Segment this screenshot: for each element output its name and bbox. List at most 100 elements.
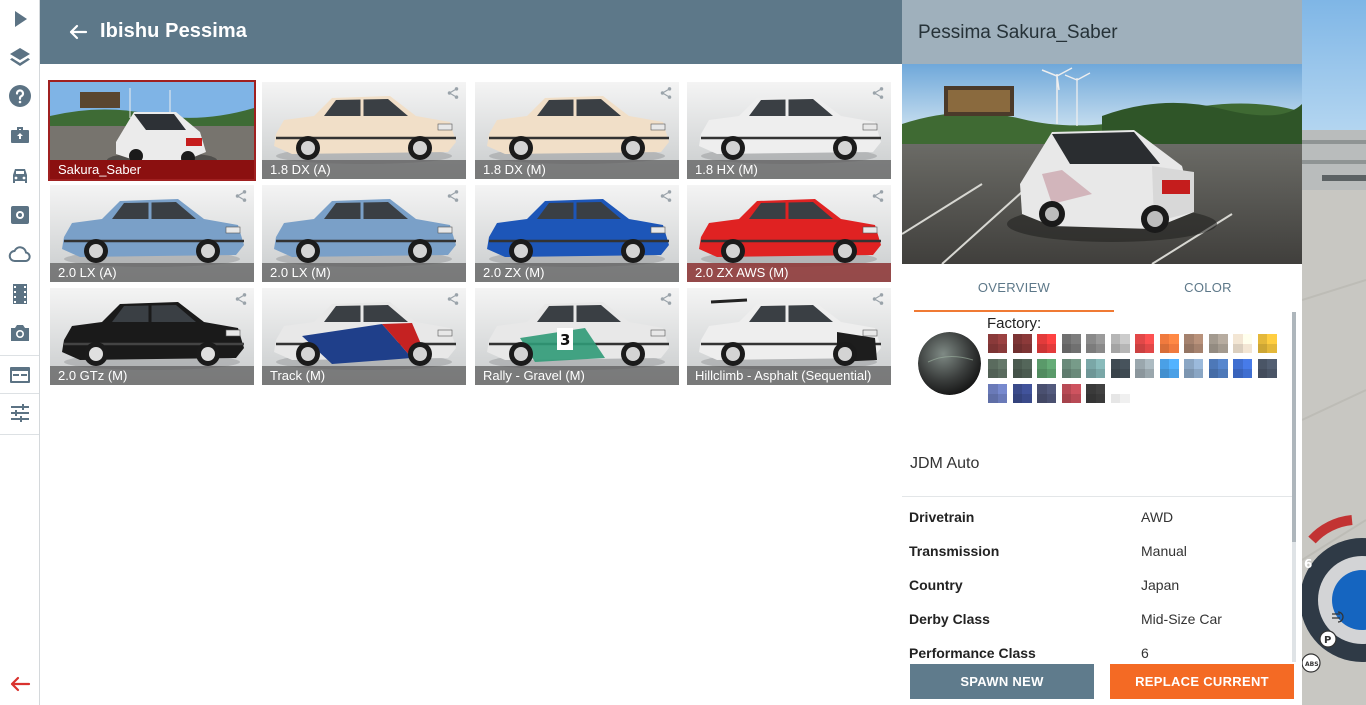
paint-swatch[interactable] — [1257, 359, 1277, 378]
factory-label: Factory: — [987, 315, 1042, 332]
page-title: Ibishu Pessima — [100, 20, 248, 42]
share-icon[interactable] — [659, 189, 673, 203]
arrow-left-icon[interactable] — [0, 665, 40, 703]
tab-overview[interactable]: OVERVIEW — [914, 264, 1114, 312]
overview-content[interactable]: Factory: JDM Auto Drivetrain AWD Transmiss… — [902, 312, 1302, 662]
paint-swatch[interactable] — [1257, 334, 1277, 353]
spec-key: Performance Class — [909, 645, 1036, 661]
spec-row: Transmission Manual — [909, 543, 1289, 577]
share-icon[interactable] — [871, 189, 885, 203]
config-tile[interactable]: 2.0 LX (M) — [262, 185, 466, 282]
config-tile[interactable]: 2.0 ZX AWS (M) — [687, 185, 891, 282]
paint-swatch[interactable] — [1208, 359, 1228, 378]
share-icon[interactable] — [871, 292, 885, 306]
scrollbar[interactable] — [1292, 312, 1296, 662]
paint-swatch[interactable] — [988, 359, 1007, 378]
replace-current-button[interactable]: REPLACE CURRENT — [1110, 664, 1294, 699]
detail-panel: Pessima Sakura_Saber OVERVIEW COLOR Fact… — [902, 0, 1302, 705]
share-icon[interactable] — [234, 189, 248, 203]
paint-swatch[interactable] — [1233, 334, 1252, 353]
share-icon[interactable] — [659, 292, 673, 306]
back-arrow-icon[interactable] — [66, 20, 90, 44]
config-tile[interactable]: 2.0 GTz (M) — [50, 288, 254, 385]
share-icon[interactable] — [446, 292, 460, 306]
camera-icon[interactable] — [0, 314, 40, 352]
paint-swatch[interactable] — [1061, 384, 1081, 403]
config-tile-label: 2.0 LX (A) — [50, 263, 254, 282]
gear-indicator: 6 — [1304, 557, 1312, 571]
paint-swatch[interactable] — [1159, 334, 1179, 353]
paint-swatch[interactable] — [1110, 359, 1130, 378]
paint-swatch[interactable] — [1012, 384, 1032, 403]
config-tile[interactable]: Sakura_Saber — [48, 80, 256, 181]
sliders-icon[interactable] — [0, 394, 40, 432]
config-tile-label: 1.8 HX (M) — [687, 160, 891, 179]
paint-swatch[interactable] — [1184, 359, 1203, 378]
briefcase-icon[interactable] — [0, 116, 40, 154]
film-icon[interactable] — [0, 275, 40, 313]
paint-swatch[interactable] — [1086, 384, 1105, 403]
paint-swatch[interactable] — [1159, 359, 1179, 378]
paint-swatch[interactable] — [1061, 359, 1081, 378]
vehicle-config-list: Ibishu Pessima Sakura_Saber 1.8 DX (A) 1.8… — [40, 0, 902, 705]
help-icon[interactable] — [0, 77, 40, 115]
tab-color[interactable]: COLOR — [1108, 264, 1308, 312]
window-icon[interactable] — [0, 356, 40, 394]
paint-swatch[interactable] — [988, 384, 1007, 403]
divider — [902, 496, 1292, 497]
paint-swatch[interactable] — [1208, 334, 1228, 353]
spec-row: Derby Class Mid-Size Car — [909, 611, 1289, 645]
paint-swatch[interactable] — [1233, 359, 1252, 378]
abs-indicator: ABS — [1305, 661, 1319, 668]
spec-key: Country — [909, 577, 963, 593]
config-tile-label: 1.8 DX (M) — [475, 160, 679, 179]
sidebar — [0, 0, 40, 705]
paint-swatch[interactable] — [1012, 334, 1032, 353]
config-tile[interactable]: 1.8 DX (A) — [262, 82, 466, 179]
config-tile-label: 2.0 GTz (M) — [50, 366, 254, 385]
paint-swatch[interactable] — [1086, 334, 1105, 353]
config-tile[interactable]: 1.8 HX (M) — [687, 82, 891, 179]
share-icon[interactable] — [659, 86, 673, 100]
paint-swatch[interactable] — [1110, 384, 1130, 403]
paint-swatch[interactable] — [1037, 334, 1056, 353]
spec-row: Performance Class 6 — [909, 645, 1289, 662]
paint-swatch[interactable] — [988, 334, 1007, 353]
cloud-icon[interactable] — [0, 235, 40, 273]
share-icon[interactable] — [234, 292, 248, 306]
layers-icon[interactable] — [0, 38, 40, 76]
detail-title: Pessima Sakura_Saber — [918, 22, 1118, 43]
page-header: Ibishu Pessima — [40, 0, 902, 64]
paint-swatch[interactable] — [1086, 359, 1105, 378]
paint-swatch[interactable] — [1037, 359, 1056, 378]
share-icon[interactable] — [446, 86, 460, 100]
share-icon[interactable] — [446, 189, 460, 203]
spawn-new-button[interactable]: SPAWN NEW — [910, 664, 1094, 699]
svg-text:3: 3 — [560, 331, 570, 349]
config-tile[interactable]: Hillclimb - Asphalt (Sequential) — [687, 288, 891, 385]
car-icon[interactable] — [0, 157, 40, 195]
paint-swatch[interactable] — [1012, 359, 1032, 378]
paint-swatch[interactable] — [1135, 359, 1154, 378]
paint-swatch[interactable] — [1037, 384, 1056, 403]
detail-header: Pessima Sakura_Saber — [902, 0, 1302, 64]
config-tile-label: 1.8 DX (A) — [262, 160, 466, 179]
spec-row: Drivetrain AWD — [909, 509, 1289, 543]
paint-swatch[interactable] — [1135, 334, 1154, 353]
config-tile-label: Rally - Gravel (M) — [475, 366, 679, 385]
config-tile[interactable]: 3 Rally - Gravel (M) — [475, 288, 679, 385]
play-icon[interactable] — [0, 0, 40, 38]
config-tile[interactable]: 2.0 LX (A) — [50, 185, 254, 282]
paint-swatch[interactable] — [1110, 334, 1130, 353]
settings-icon[interactable] — [0, 196, 40, 234]
vehicle-preview-image — [902, 64, 1302, 264]
config-tile-label: 2.0 ZX AWS (M) — [687, 263, 891, 282]
share-icon[interactable] — [871, 86, 885, 100]
spec-key: Drivetrain — [909, 509, 975, 525]
scrollbar-thumb[interactable] — [1292, 312, 1296, 542]
config-tile[interactable]: 1.8 DX (M) — [475, 82, 679, 179]
paint-swatch[interactable] — [1184, 334, 1203, 353]
paint-swatch[interactable] — [1061, 334, 1081, 353]
config-tile[interactable]: Track (M) — [262, 288, 466, 385]
config-tile[interactable]: 2.0 ZX (M) — [475, 185, 679, 282]
